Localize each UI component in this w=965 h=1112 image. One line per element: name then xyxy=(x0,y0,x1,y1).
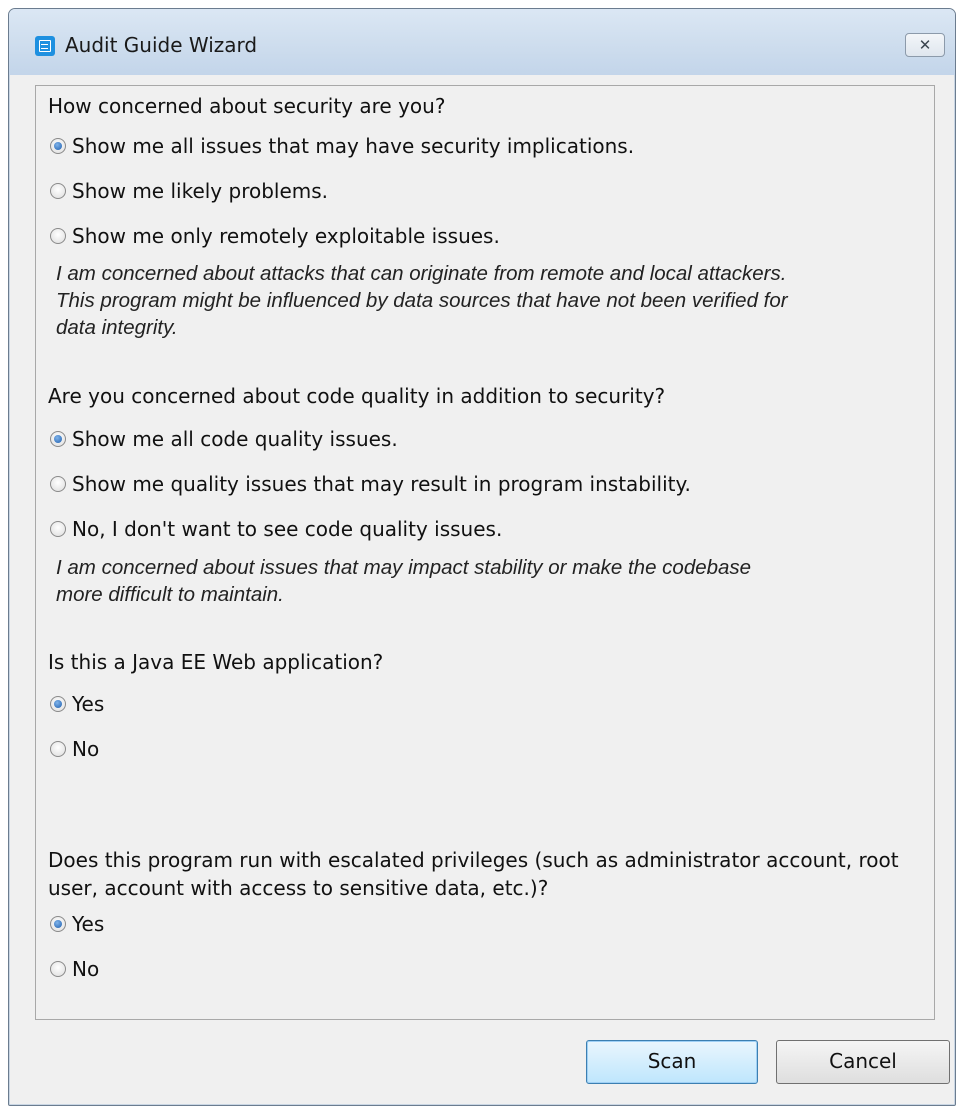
security-description: I am concerned about attacks that can or… xyxy=(56,262,788,339)
code-quality-description: I am concerned about issues that may imp… xyxy=(56,556,752,606)
radio-unselected-icon[interactable] xyxy=(50,228,66,244)
radio-unselected-icon[interactable] xyxy=(50,183,66,199)
question-java-ee: Is this a Java EE Web application? xyxy=(48,650,384,674)
scan-button[interactable]: Scan xyxy=(586,1040,758,1084)
radio-option-all-quality-issues[interactable]: Show me all code quality issues. xyxy=(50,426,398,452)
radio-option-all-security-issues[interactable]: Show me all issues that may have securit… xyxy=(50,133,634,159)
question-code-quality: Are you concerned about code quality in … xyxy=(48,384,666,408)
radio-selected-icon[interactable] xyxy=(50,138,66,154)
radio-unselected-icon[interactable] xyxy=(50,961,66,977)
audit-guide-wizard-dialog: Audit Guide Wizard ✕ How concerned about… xyxy=(8,8,956,1106)
radio-option-likely-problems[interactable]: Show me likely problems. xyxy=(50,178,328,204)
radio-selected-icon[interactable] xyxy=(50,431,66,447)
title-bar: Audit Guide Wizard ✕ xyxy=(9,9,955,75)
radio-option-java-ee-yes[interactable]: Yes xyxy=(50,691,104,717)
radio-option-privileges-no[interactable]: No xyxy=(50,956,99,982)
app-icon xyxy=(35,36,55,56)
radio-option-instability-issues[interactable]: Show me quality issues that may result i… xyxy=(50,471,691,497)
question-escalated-privileges: Does this program run with escalated pri… xyxy=(48,848,899,900)
radio-option-privileges-yes[interactable]: Yes xyxy=(50,911,104,937)
radio-unselected-icon[interactable] xyxy=(50,521,66,537)
question-security: How concerned about security are you? xyxy=(48,94,446,118)
radio-selected-icon[interactable] xyxy=(50,696,66,712)
wizard-content-panel: How concerned about security are you? Sh… xyxy=(35,85,935,1020)
cancel-button[interactable]: Cancel xyxy=(776,1040,950,1084)
radio-selected-icon[interactable] xyxy=(50,916,66,932)
radio-option-java-ee-no[interactable]: No xyxy=(50,736,99,762)
radio-unselected-icon[interactable] xyxy=(50,476,66,492)
radio-option-remote-exploitable[interactable]: Show me only remotely exploitable issues… xyxy=(50,223,500,249)
window-title: Audit Guide Wizard xyxy=(65,33,258,57)
radio-unselected-icon[interactable] xyxy=(50,741,66,757)
close-button[interactable]: ✕ xyxy=(905,33,945,57)
radio-option-no-quality-issues[interactable]: No, I don't want to see code quality iss… xyxy=(50,516,502,542)
